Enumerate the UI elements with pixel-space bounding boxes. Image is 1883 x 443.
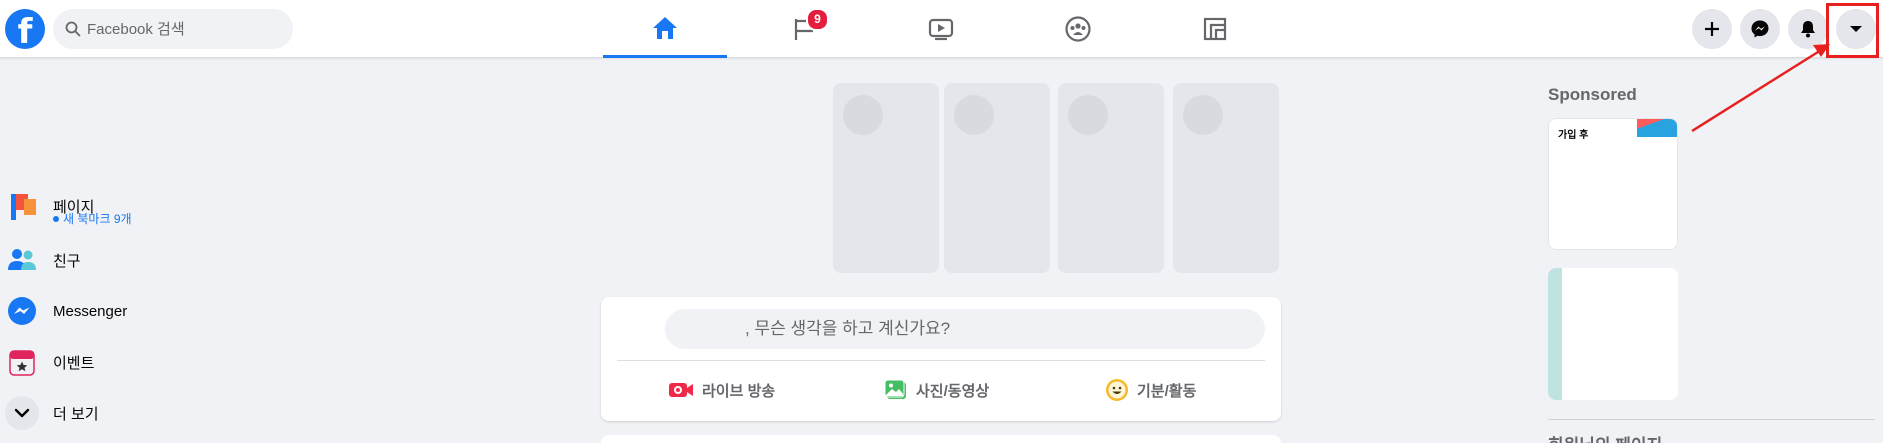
story-card-placeholder[interactable] [833,83,939,273]
tab-home[interactable] [603,0,727,58]
story-card-placeholder[interactable] [944,83,1050,273]
live-video-icon [668,380,694,400]
avatar-placeholder [1183,95,1223,135]
new-bookmarks-label: 새 북마크 9개 [63,212,132,226]
photo-video-label: 사진/동영상 [916,382,990,400]
create-button[interactable] [1692,9,1732,49]
top-navigation-bar: f 9 [0,0,1883,58]
ad-graphic [1637,119,1677,137]
sidebar-item-label: 더 보기 [53,405,99,423]
photo-icon [884,378,908,402]
divider [1548,419,1875,420]
new-bookmarks-link[interactable]: 새 북마크 9개 [53,210,132,227]
divider [617,360,1265,361]
your-pages-heading: 회원님의 페이지 [1548,431,1662,443]
sidebar-item-messenger[interactable]: Messenger [5,289,127,333]
smiley-icon [1105,378,1129,402]
annotation-highlight-box [1826,3,1879,58]
sidebar-item-label: 이벤트 [53,354,95,372]
tab-groups[interactable] [1016,0,1140,58]
friends-icon [5,243,39,277]
notifications-button[interactable] [1788,9,1828,49]
avatar-placeholder [954,95,994,135]
calendar-star-icon [5,345,39,379]
groups-icon [1065,16,1091,42]
tab-gaming[interactable] [1153,0,1277,58]
sponsored-ad-thumbnail[interactable] [1548,268,1678,400]
sidebar-item-see-more[interactable]: 더 보기 [5,391,99,435]
flag-icon [5,189,39,223]
feeling-activity-button[interactable]: 기분/활동 [1105,370,1196,410]
facebook-logo[interactable]: f [5,9,45,49]
messenger-icon [1751,20,1769,38]
gaming-icon [1203,17,1227,41]
new-indicator-dot [53,215,59,222]
feeling-activity-label: 기분/활동 [1137,382,1197,400]
messenger-icon [5,294,39,328]
plus-icon [1705,22,1719,36]
home-icon [653,16,677,39]
story-card-placeholder[interactable] [1058,83,1164,273]
story-card-placeholder[interactable] [1173,83,1279,273]
chevron-down-icon [5,396,39,430]
bell-icon [1801,21,1815,38]
ad-caption: 가입 후 [1558,130,1589,141]
sponsored-heading: Sponsored [1548,85,1637,104]
video-icon [928,18,954,41]
messenger-button[interactable] [1740,9,1780,49]
tab-watch[interactable] [879,0,1003,58]
sidebar-item-label: 친구 [53,252,81,270]
tab-pages[interactable]: 9 [742,0,866,58]
search-box[interactable] [53,9,293,49]
photo-video-button[interactable]: 사진/동영상 [884,370,989,410]
avatar-placeholder [843,95,883,135]
composer-input[interactable]: , 무슨 생각을 하고 계신가요? [665,309,1265,349]
sidebar-item-label: Messenger [53,302,128,320]
feed-card-partial [601,435,1281,443]
live-video-button[interactable]: 라이브 방송 [668,370,775,410]
search-input[interactable] [87,9,282,49]
notification-badge: 9 [806,8,829,31]
avatar-placeholder [1068,95,1108,135]
post-composer: , 무슨 생각을 하고 계신가요? 라이브 방송 사진/동영상 기분/활동 [601,297,1281,421]
live-video-label: 라이브 방송 [702,382,776,400]
ad-graphic [1548,268,1562,400]
sponsored-ad-thumbnail[interactable]: 가입 후 [1548,118,1678,250]
search-icon [65,21,81,37]
sidebar-item-friends[interactable]: 친구 [5,238,81,282]
sidebar-item-events[interactable]: 이벤트 [5,340,94,384]
